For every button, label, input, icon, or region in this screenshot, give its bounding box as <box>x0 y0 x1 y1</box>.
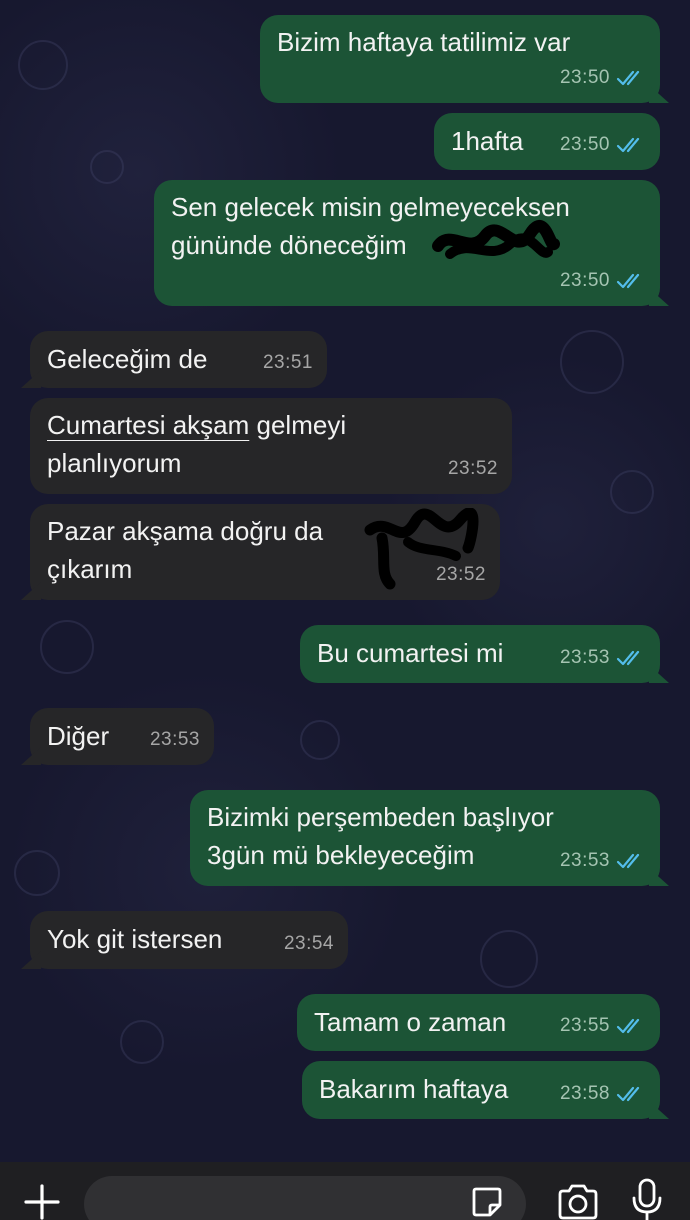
camera-icon[interactable] <box>556 1184 600 1220</box>
read-receipt-icon <box>616 273 640 289</box>
message-time: 23:53 <box>559 850 610 871</box>
microphone-icon[interactable] <box>630 1178 664 1220</box>
wallpaper-doodle <box>90 150 124 184</box>
message-meta: 23:50 <box>560 59 644 97</box>
message-text: Geleceğim de <box>47 344 208 374</box>
read-receipt-icon <box>616 1086 640 1102</box>
message-time: 23:53 <box>559 647 610 668</box>
message-text: Bu cumartesi mi <box>317 638 504 668</box>
message-meta: 23:52 <box>448 450 498 488</box>
message-line: 3gün mü bekleyeceğim <box>207 840 475 870</box>
message-line: Sen gelecek misin gelmeyeceksen <box>171 192 570 222</box>
message-outgoing[interactable]: Bu cumartesi mi 23:53 <box>300 625 660 683</box>
wallpaper-doodle <box>300 720 340 760</box>
wallpaper-doodle <box>18 40 68 90</box>
message-composer <box>0 1162 690 1220</box>
read-receipt-icon <box>616 1018 640 1034</box>
wallpaper-doodle <box>610 470 654 514</box>
message-line: planlıyorum <box>47 448 182 478</box>
message-time: 23:53 <box>149 729 200 750</box>
message-text: Bakarım haftaya <box>319 1074 509 1104</box>
message-incoming[interactable]: Cumartesi akşam gelmeyi planlıyorum 23:5… <box>30 398 512 494</box>
message-meta: 23:52 <box>436 556 486 594</box>
message-time: 23:52 <box>447 458 498 479</box>
message-time: 23:58 <box>559 1083 610 1104</box>
sticker-icon[interactable] <box>470 1185 504 1219</box>
message-time: 23:50 <box>559 134 610 155</box>
message-line: Bizimki perşembeden başlıyor <box>207 802 554 832</box>
message-meta: 23:50 <box>560 262 644 300</box>
message-line: gelmeyi <box>249 410 347 440</box>
message-text: Cumartesi akşam gelmeyi planlıyorum <box>47 406 346 482</box>
read-receipt-icon <box>616 650 640 666</box>
message-outgoing[interactable]: Sen gelecek misin gelmeyeceksen gününde … <box>154 180 660 306</box>
read-receipt-icon <box>616 853 640 869</box>
message-meta: 23:53 <box>150 721 200 759</box>
message-meta: 23:53 <box>560 842 644 880</box>
message-outgoing[interactable]: Tamam o zaman 23:55 <box>297 994 660 1051</box>
message-text: Bizimki perşembeden başlıyor 3gün mü bek… <box>207 798 554 874</box>
message-meta: 23:50 <box>560 126 644 164</box>
message-time: 23:51 <box>262 352 313 373</box>
message-time: 23:54 <box>283 933 334 954</box>
message-line: çıkarım <box>47 554 133 584</box>
plus-icon[interactable] <box>22 1182 62 1220</box>
chat-area[interactable]: Bizim haftaya tatilimiz var 23:50 1hafta… <box>0 0 690 1162</box>
message-time: 23:50 <box>559 67 610 88</box>
message-text: Diğer <box>47 721 110 751</box>
read-receipt-icon <box>616 70 640 86</box>
message-incoming[interactable]: Diğer 23:53 <box>30 708 214 765</box>
message-meta: 23:55 <box>560 1007 644 1045</box>
message-outgoing[interactable]: 1hafta 23:50 <box>434 113 660 170</box>
message-outgoing[interactable]: Bizim haftaya tatilimiz var 23:50 <box>260 15 660 103</box>
message-time: 23:50 <box>559 270 610 291</box>
message-meta: 23:58 <box>560 1075 644 1113</box>
message-text: 1hafta <box>451 126 524 156</box>
message-time: 23:52 <box>435 564 486 585</box>
message-time: 23:55 <box>559 1015 610 1036</box>
message-text: Tamam o zaman <box>314 1007 507 1037</box>
message-meta: 23:51 <box>263 344 313 382</box>
wallpaper-doodle <box>480 930 538 988</box>
wallpaper-doodle <box>560 330 624 394</box>
message-outgoing[interactable]: Bakarım haftaya 23:58 <box>302 1061 660 1119</box>
detected-date-link[interactable]: Cumartesi akşam <box>47 410 249 440</box>
message-incoming[interactable]: Pazar akşama doğru da çıkarım 23:52 <box>30 504 500 600</box>
message-incoming[interactable]: Geleceğim de 23:51 <box>30 331 327 388</box>
message-text: Bizim haftaya tatilimiz var <box>277 27 571 57</box>
wallpaper-doodle <box>120 1020 164 1064</box>
message-text: Pazar akşama doğru da çıkarım <box>47 512 323 588</box>
read-receipt-icon <box>616 137 640 153</box>
message-text: Yok git istersen <box>47 924 223 954</box>
message-input[interactable] <box>84 1176 526 1220</box>
message-line: Pazar akşama doğru da <box>47 516 324 546</box>
message-text: Sen gelecek misin gelmeyeceksen gününde … <box>171 188 570 264</box>
wallpaper-doodle <box>14 850 60 896</box>
message-line: gününde döneceğim <box>171 230 407 260</box>
message-meta: 23:54 <box>284 925 334 963</box>
wallpaper-doodle <box>40 620 94 674</box>
message-outgoing[interactable]: Bizimki perşembeden başlıyor 3gün mü bek… <box>190 790 660 886</box>
message-incoming[interactable]: Yok git istersen 23:54 <box>30 911 348 969</box>
message-meta: 23:53 <box>560 639 644 677</box>
